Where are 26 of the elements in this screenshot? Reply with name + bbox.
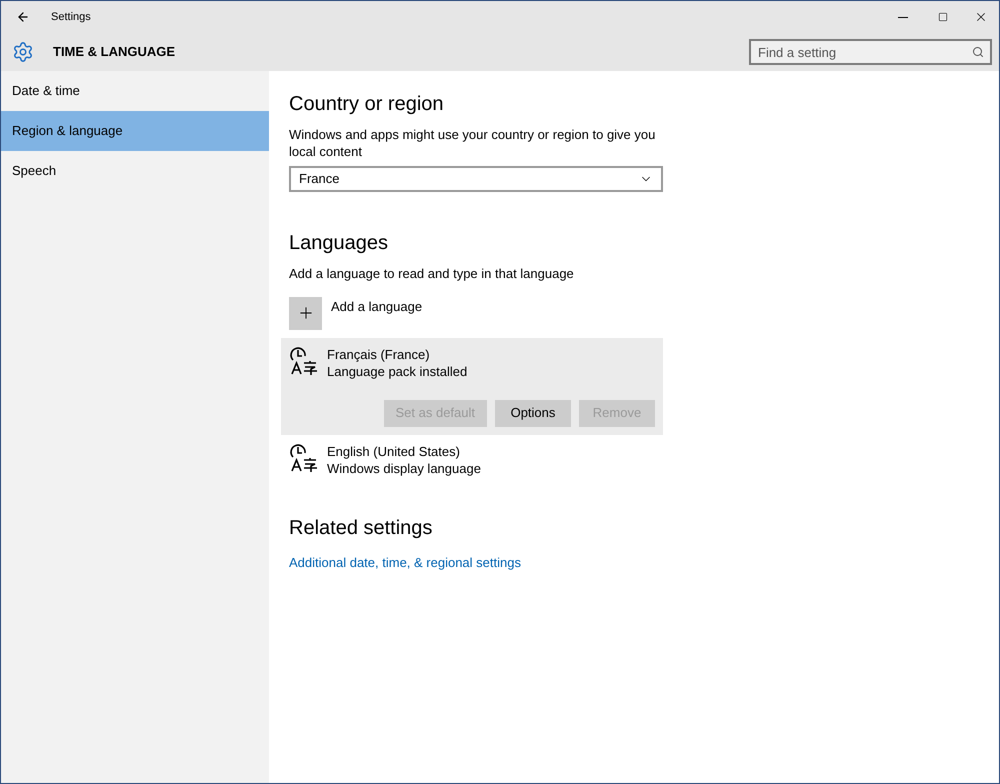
language-icon <box>289 346 319 376</box>
language-name: English (United States) <box>327 442 461 460</box>
search-field[interactable]: Find a setting <box>749 39 992 65</box>
sidebar-item[interactable]: Speech <box>1 151 269 191</box>
sidebar-item[interactable]: Region & language <box>1 111 269 151</box>
search-icon <box>972 46 984 58</box>
window-title: Settings <box>51 10 91 25</box>
language-action-button[interactable]: Options <box>495 400 571 426</box>
language-icon <box>289 442 319 472</box>
country-dropdown[interactable]: France <box>289 166 663 192</box>
regional-settings-link[interactable]: Additional date, time, & regional settings <box>289 552 999 572</box>
section-heading: Languages <box>289 231 389 256</box>
country-description: Windows and apps might use your country or region to give you local content <box>289 126 656 160</box>
languages-description: Add a language to read and type in that language <box>289 265 575 283</box>
sidebar-item[interactable]: Date & time <box>1 71 269 111</box>
language-status: Windows display language <box>327 460 481 476</box>
section-heading: Related settings <box>289 516 434 540</box>
maximize-icon <box>938 12 948 22</box>
language-item[interactable]: English (United States) Windows display language <box>281 434 663 484</box>
page-title: TIME & LANGUAGE <box>53 43 176 62</box>
section-heading: Country or region <box>289 92 445 117</box>
language-name: Français (France) <box>327 346 431 362</box>
minimize-icon <box>898 16 908 18</box>
settings-icon <box>12 41 34 63</box>
language-status: Language pack installed <box>327 362 468 380</box>
add-language-button[interactable]: Add a language <box>289 296 422 330</box>
